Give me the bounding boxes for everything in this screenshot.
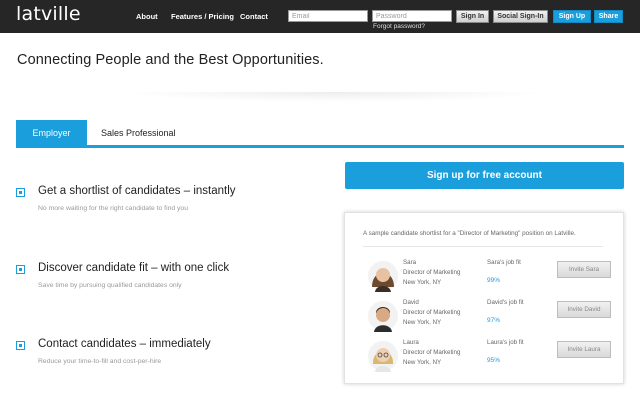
nav-contact-link[interactable]: Contact — [240, 12, 268, 21]
divider-shadow — [120, 92, 550, 102]
avatar — [368, 341, 398, 372]
avatar — [368, 261, 398, 292]
tab-sales-professional[interactable]: Sales Professional — [101, 120, 176, 146]
sign-up-free-account-button[interactable]: Sign up for free account — [345, 162, 624, 189]
password-field[interactable] — [372, 10, 452, 22]
candidate-location: New York, NY — [403, 359, 442, 366]
candidate-location: New York, NY — [403, 279, 442, 286]
feature-title: Contact candidates – immediately — [38, 338, 211, 350]
tabs-underline — [16, 145, 624, 148]
candidate-name: David — [403, 299, 419, 306]
candidate-name: Sara — [403, 259, 417, 266]
sample-shortlist-panel: A sample candidate shortlist for a "Dire… — [344, 212, 624, 384]
email-field[interactable] — [288, 10, 368, 22]
share-button[interactable]: Share — [594, 10, 623, 23]
candidate-role: Director of Marketing — [403, 309, 461, 316]
invite-button[interactable]: Invite Laura — [557, 341, 611, 358]
nav-about-link[interactable]: About — [136, 12, 158, 21]
logo[interactable]: latville — [16, 3, 81, 25]
shortlist-caption: A sample candidate shortlist for a "Dire… — [363, 230, 576, 237]
job-fit-percent: 95% — [487, 357, 501, 364]
avatar — [368, 301, 398, 332]
candidate-name: Laura — [403, 339, 419, 346]
feature-subtitle: No more waiting for the right candidate … — [38, 205, 188, 212]
tab-employer[interactable]: Employer — [16, 120, 87, 146]
divider — [363, 246, 603, 247]
candidate-role: Director of Marketing — [403, 349, 461, 356]
bullet-icon — [16, 188, 25, 197]
page-headline: Connecting People and the Best Opportuni… — [17, 52, 324, 68]
candidate-role: Director of Marketing — [403, 269, 461, 276]
feature-title: Discover candidate fit – with one click — [38, 262, 230, 274]
candidate-row: Sara Director of Marketing New York, NY … — [361, 256, 611, 296]
nav-features-pricing-link[interactable]: Features / Pricing — [171, 12, 234, 21]
job-fit-percent: 97% — [487, 317, 501, 324]
feature-subtitle: Save time by pursuing qualified candidat… — [38, 282, 182, 289]
social-sign-in-button[interactable]: Social Sign-In — [493, 10, 548, 23]
top-navigation-bar: latville About Features / Pricing Contac… — [0, 0, 640, 33]
feature-subtitle: Reduce your time-to-fill and cost-per-hi… — [38, 358, 162, 365]
invite-button[interactable]: Invite Sara — [557, 261, 611, 278]
job-fit-label: Sara's job fit — [487, 259, 521, 266]
bullet-icon — [16, 341, 25, 350]
job-fit-label: David's job fit — [487, 299, 524, 306]
bullet-icon — [16, 265, 25, 274]
sign-in-button[interactable]: Sign In — [456, 10, 489, 23]
candidate-row: Laura Director of Marketing New York, NY… — [361, 336, 611, 376]
job-fit-percent: 99% — [487, 277, 501, 284]
invite-button[interactable]: Invite David — [557, 301, 611, 318]
feature-title: Get a shortlist of candidates – instantl… — [38, 185, 236, 197]
forgot-password-link[interactable]: Forgot password? — [373, 23, 425, 30]
candidate-row: David Director of Marketing New York, NY… — [361, 296, 611, 336]
candidate-location: New York, NY — [403, 319, 442, 326]
job-fit-label: Laura's job fit — [487, 339, 524, 346]
sign-up-button[interactable]: Sign Up — [553, 10, 591, 23]
